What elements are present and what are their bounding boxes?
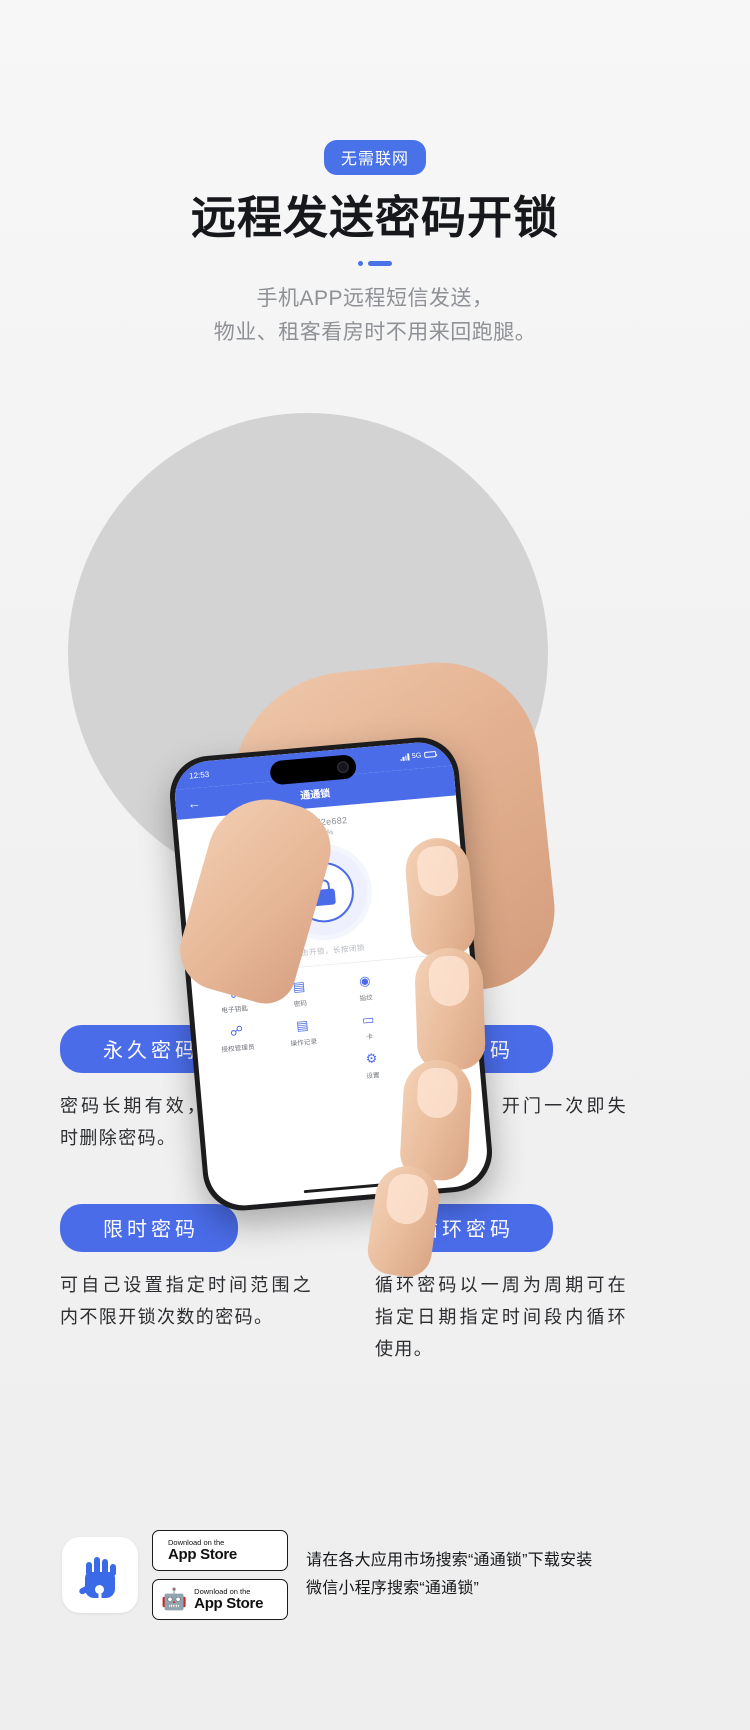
status-time: 12:53 bbox=[188, 769, 210, 780]
divider-bar bbox=[368, 260, 392, 266]
grid-label: 设置 bbox=[366, 1071, 381, 1081]
status-indicators: 5G bbox=[400, 750, 437, 761]
footer-note-line-1: 请在各大应用市场搜索“通通锁”下载安装 bbox=[306, 1552, 593, 1570]
signal-icon bbox=[400, 752, 410, 761]
fingernail bbox=[383, 1171, 431, 1227]
back-arrow-icon[interactable]: ← bbox=[187, 795, 201, 811]
android-icon: 🤖 bbox=[161, 1588, 188, 1611]
page-subtitle: 手机APP远程短信发送， 物业、租客看房时不用来回跑腿。 bbox=[0, 282, 750, 350]
gear-icon: ⚙ bbox=[365, 1050, 378, 1067]
fingernail bbox=[415, 844, 460, 898]
records-icon: ▤ bbox=[295, 1016, 310, 1033]
grid-item-fingerprint[interactable]: ◉ 指纹 bbox=[331, 969, 399, 1005]
fingernail bbox=[416, 1066, 459, 1119]
battery-icon bbox=[424, 750, 437, 758]
grid-label: 授权管理员 bbox=[221, 1043, 256, 1054]
subtitle-line-1: 手机APP远程短信发送， bbox=[256, 286, 494, 310]
hand-key-icon bbox=[78, 1552, 122, 1598]
subtitle-line-2: 物业、租客看房时不用来回跑腿。 bbox=[213, 320, 537, 344]
network-label: 5G bbox=[411, 751, 422, 760]
grid-item-admin[interactable]: ☍ 授权管理员 bbox=[203, 1019, 271, 1055]
footer-note-line-2: 微信小程序搜索“通通锁” bbox=[306, 1580, 480, 1597]
badge-store-name: App Store bbox=[194, 1594, 264, 1612]
feature-timed-password: 限时密码 可自己设置指定时间范围之内不限开锁次数的密码。 bbox=[60, 1204, 375, 1365]
grid-label: 指纹 bbox=[359, 994, 374, 1003]
admin-icon: ☍ bbox=[229, 1022, 244, 1039]
grid-label: 操作记录 bbox=[290, 1038, 318, 1048]
card-icon: ▭ bbox=[361, 1011, 375, 1028]
hand-finger-3 bbox=[398, 1058, 474, 1182]
divider-dash bbox=[358, 260, 392, 266]
footer-note: 请在各大应用市场搜索“通通锁”下载安装 微信小程序搜索“通通锁” bbox=[306, 1547, 592, 1602]
hero-section: 12:53 5G ← 通通锁 BL01_d2e682 25% bbox=[0, 368, 750, 1280]
fingerprint-icon: ◉ bbox=[358, 972, 372, 989]
page-title: 远程发送密码开锁 bbox=[190, 192, 559, 243]
app-store-badge-android[interactable]: 🤖 Download on the App Store bbox=[152, 1579, 288, 1620]
grid-item-records[interactable]: ▤ 操作记录 bbox=[269, 1014, 337, 1050]
grid-item-card[interactable]: ▭ 卡 bbox=[334, 1008, 402, 1044]
app-logo bbox=[62, 1537, 138, 1613]
feature-description: 可自己设置指定时间范围之内不限开锁次数的密码。 bbox=[60, 1275, 312, 1328]
grid-label: 卡 bbox=[366, 1033, 374, 1041]
feature-description: 循环密码以一周为周期可在指定日期指定时间段内循环使用。 bbox=[375, 1275, 627, 1360]
hand-finger-2 bbox=[413, 946, 487, 1071]
divider-dot bbox=[358, 260, 363, 266]
page-header: 无需联网 远程发送密码开锁 手机APP远程短信发送， 物业、租客看房时不用来回跑… bbox=[0, 0, 750, 350]
fingernail bbox=[428, 955, 470, 1007]
page-footer: Download on the App Store 🤖 Download on … bbox=[0, 1530, 750, 1620]
app-title: 通通锁 bbox=[299, 787, 331, 802]
grid-item-settings[interactable]: ⚙ 设置 bbox=[338, 1047, 406, 1083]
feature-title: 限时密码 bbox=[60, 1204, 238, 1253]
app-store-badge-ios[interactable]: Download on the App Store bbox=[152, 1530, 288, 1571]
header-badge: 无需联网 bbox=[323, 140, 426, 175]
store-badges: Download on the App Store 🤖 Download on … bbox=[152, 1530, 288, 1620]
badge-store-name: App Store bbox=[168, 1545, 237, 1563]
